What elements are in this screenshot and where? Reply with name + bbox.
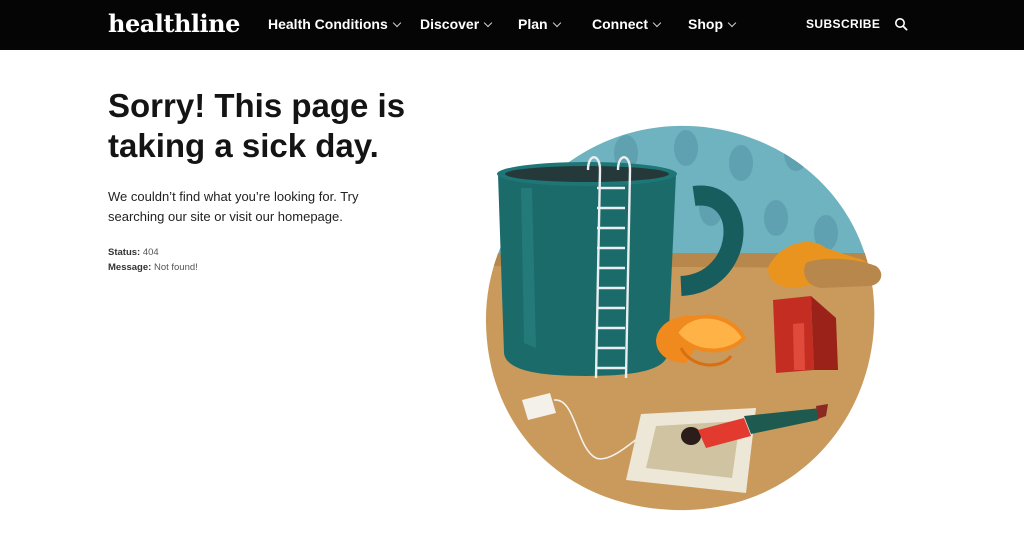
message-line: Message: Not found! <box>108 262 198 273</box>
nav-label: Shop <box>688 16 723 32</box>
nav-label: Health Conditions <box>268 16 388 32</box>
chevron-down-icon <box>392 18 402 28</box>
chevron-down-icon <box>483 18 493 28</box>
nav-discover[interactable]: Discover <box>420 16 493 32</box>
status-line: Status: 404 <box>108 247 159 258</box>
nav-label: Discover <box>420 16 480 32</box>
error-description: We couldn’t find what you’re looking for… <box>108 189 359 224</box>
status-label: Status: <box>108 247 141 258</box>
chevron-down-icon <box>652 18 662 28</box>
message-value: Not found! <box>153 262 198 273</box>
message-label: Message: <box>108 262 152 273</box>
nav-shop[interactable]: Shop <box>688 16 737 32</box>
subscribe-link[interactable]: SUBSCRIBE <box>806 17 880 31</box>
sick-day-illustration <box>485 125 882 511</box>
nav-connect[interactable]: Connect <box>592 16 662 32</box>
nav-label: Connect <box>592 16 648 32</box>
healthline-logo[interactable]: healthline <box>108 9 240 38</box>
top-navigation-bar: healthline Health Conditions Discover Pl… <box>0 0 1024 50</box>
ginger-root <box>768 241 882 288</box>
search-icon[interactable] <box>894 17 908 31</box>
ginger-piece <box>804 258 882 288</box>
nav-plan[interactable]: Plan <box>518 16 561 32</box>
page-title: Sorry! This page is taking a sick day. <box>108 87 406 164</box>
red-block-notch <box>793 323 805 370</box>
nav-health-conditions[interactable]: Health Conditions <box>268 16 402 32</box>
person-head <box>681 427 701 445</box>
nav-label: Plan <box>518 16 548 32</box>
chevron-down-icon <box>727 18 737 28</box>
chevron-down-icon <box>552 18 561 28</box>
status-value: 404 <box>142 247 159 258</box>
